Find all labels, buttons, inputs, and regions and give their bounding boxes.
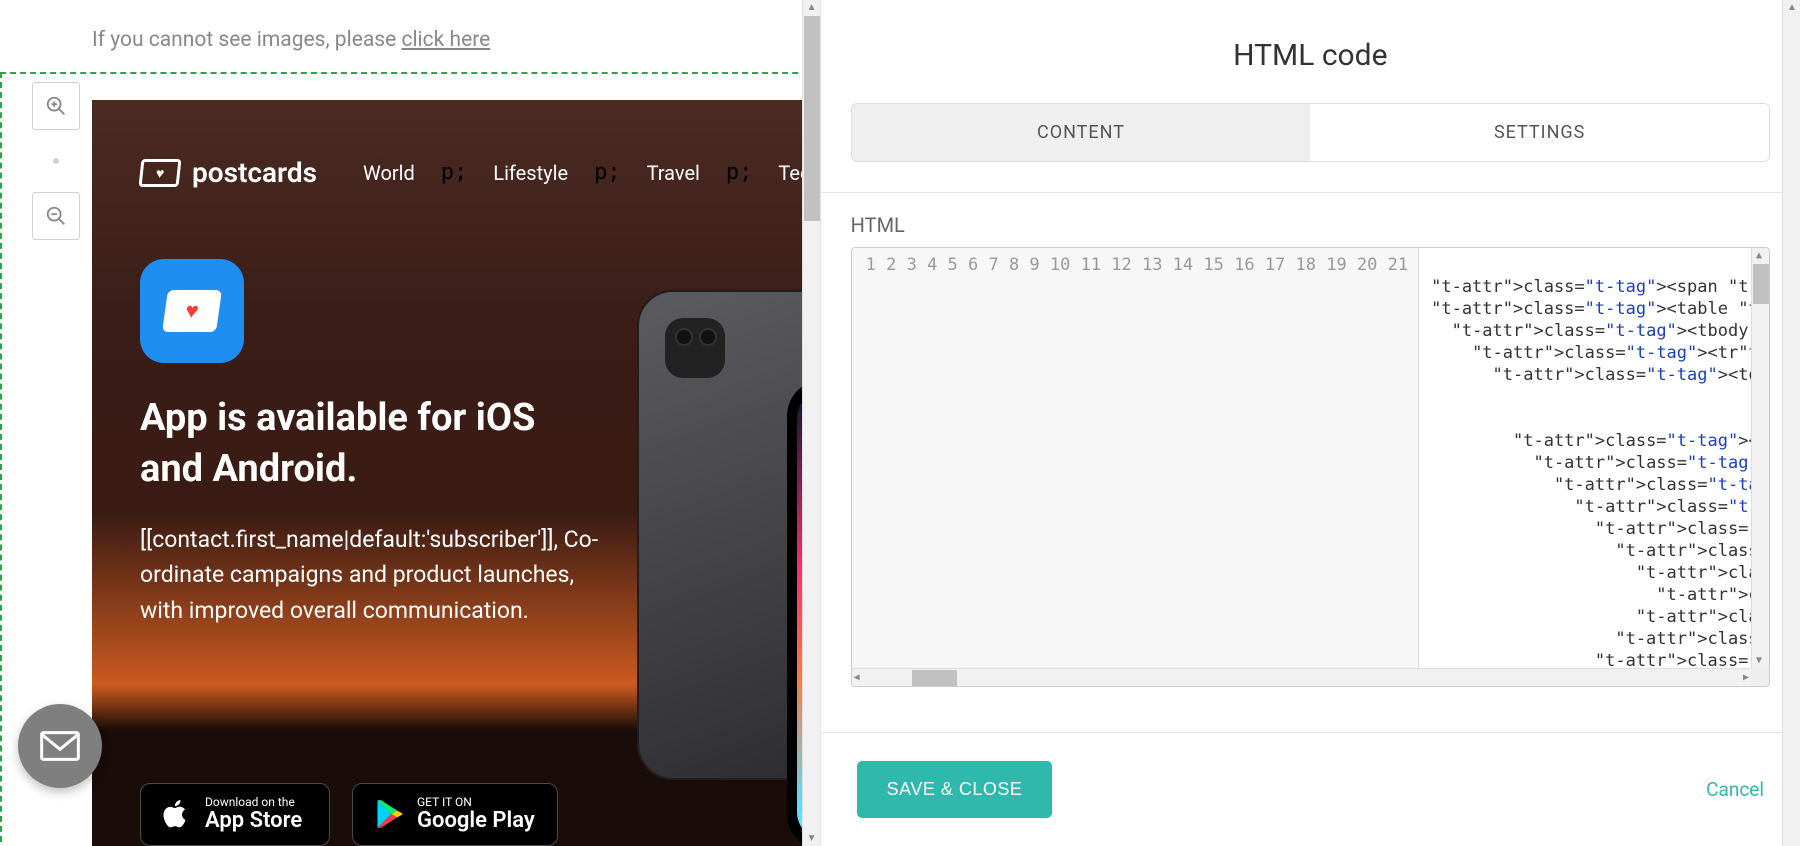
nav-world[interactable]: World — [363, 161, 415, 185]
code-body[interactable]: "t-attr">class="t-tag"><span "t-attr">st… — [1419, 248, 1769, 686]
code-gutter: 1 2 3 4 5 6 7 8 9 10 11 12 13 14 15 16 1… — [852, 248, 1419, 686]
tab-row: CONTENT SETTINGS — [851, 103, 1770, 162]
notice-text: If you cannot see images, please — [92, 28, 401, 52]
code-label: HTML — [851, 213, 1770, 237]
brand-name: postcards — [192, 156, 317, 189]
zoom-out-icon — [45, 205, 67, 227]
side-panel: HTML code CONTENT SETTINGS HTML 1 2 3 4 … — [820, 0, 1800, 846]
save-close-button[interactable]: SAVE & CLOSE — [857, 761, 1053, 818]
divider — [821, 192, 1800, 193]
message-fab[interactable] — [18, 704, 102, 788]
preview-pane: If you cannot see images, please click h… — [0, 0, 820, 846]
nav-sep: p; — [441, 160, 468, 185]
postcards-icon — [139, 159, 182, 187]
zoom-dot — [53, 158, 59, 164]
code-scrollbar-horizontal[interactable] — [852, 668, 1751, 686]
app-store-badge[interactable]: Download on the App Store — [140, 783, 330, 846]
click-here-link[interactable]: click here — [401, 28, 490, 52]
panel-title: HTML code — [821, 0, 1800, 103]
nav-sep: p; — [594, 160, 621, 185]
email-canvas[interactable]: postcards World p; Lifestyle p; Travel p… — [92, 100, 820, 846]
nav-lifestyle[interactable]: Lifestyle — [493, 161, 568, 185]
google-play-badge[interactable]: GET IT ON Google Play — [352, 783, 558, 846]
app-store-big: App Store — [205, 808, 302, 833]
code-scrollbar-vertical[interactable] — [1751, 248, 1769, 668]
nav-travel[interactable]: Travel — [647, 161, 700, 185]
apple-icon — [163, 798, 191, 830]
zoom-in-button[interactable] — [32, 82, 80, 130]
images-notice: If you cannot see images, please click h… — [0, 0, 820, 76]
preview-scrollbar[interactable] — [802, 0, 820, 846]
envelope-icon — [40, 730, 80, 762]
zoom-in-icon — [45, 95, 67, 117]
zoom-out-button[interactable] — [32, 192, 80, 240]
tab-settings[interactable]: SETTINGS — [1310, 104, 1769, 161]
hero-body: [[contact.first_name|default:'subscriber… — [140, 522, 620, 629]
google-play-icon — [375, 799, 403, 829]
tab-content[interactable]: CONTENT — [852, 104, 1311, 161]
app-icon — [140, 259, 244, 363]
cancel-button[interactable]: Cancel — [1706, 778, 1764, 801]
google-play-big: Google Play — [417, 808, 535, 833]
nav-sep: p; — [726, 160, 753, 185]
product-phones — [637, 290, 820, 846]
code-editor[interactable]: 1 2 3 4 5 6 7 8 9 10 11 12 13 14 15 16 1… — [851, 247, 1770, 687]
brand-logo: postcards — [140, 156, 317, 189]
side-scrollbar[interactable] — [1782, 0, 1800, 846]
